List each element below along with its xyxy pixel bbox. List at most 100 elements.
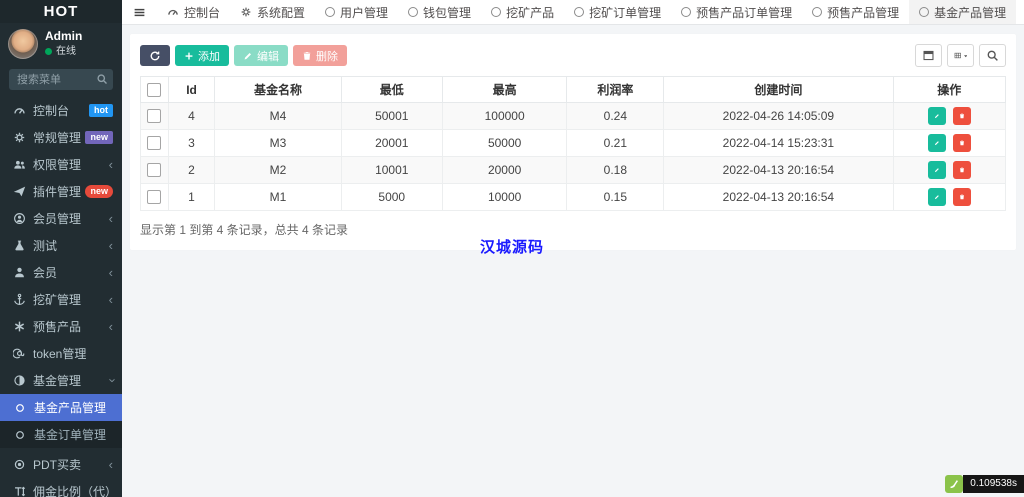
edit-button[interactable]: 编辑 [234, 45, 288, 66]
tab-mining-products[interactable]: 挖矿产品 [481, 0, 564, 24]
select-all-checkbox[interactable] [147, 83, 161, 97]
sidebar-item-presale[interactable]: 预售产品 ‹ [0, 313, 122, 340]
data-panel: 添加 编辑 删除 [130, 34, 1016, 250]
content-area: 添加 编辑 删除 [122, 25, 1024, 497]
user-avatar[interactable] [8, 29, 38, 59]
sidebar-item-fund-products[interactable]: 基金产品管理 [0, 394, 122, 421]
sidebar-item-test[interactable]: 测试 ‹ [0, 232, 122, 259]
cogs-icon [12, 131, 26, 144]
sidebar-item-label: 权限管理 [33, 156, 109, 173]
columns-button[interactable] [947, 44, 974, 67]
circle-o-icon [408, 7, 418, 17]
add-button[interactable]: 添加 [175, 45, 229, 66]
sidebar-item-permissions[interactable]: 权限管理 ‹ [0, 151, 122, 178]
chevron-left-icon: ‹ [109, 293, 113, 306]
watermark-link[interactable]: 汉城源码 [480, 236, 544, 257]
row-edit-button[interactable] [928, 107, 946, 125]
column-header-id[interactable]: Id [168, 77, 215, 103]
tab-user-mgmt[interactable]: 用户管理 [315, 0, 398, 24]
row-delete-button[interactable] [953, 188, 971, 206]
tab-wallet-mgmt[interactable]: 钱包管理 [398, 0, 481, 24]
cell-created: 2022-04-14 15:23:31 [664, 130, 893, 157]
sidebar-item-fund-orders[interactable]: 基金订单管理 [0, 421, 122, 448]
user-status: 在线 [45, 45, 82, 58]
circle-o-icon [919, 7, 929, 17]
row-checkbox[interactable] [147, 136, 161, 150]
delete-button[interactable]: 删除 [293, 45, 347, 66]
row-delete-button[interactable] [953, 107, 971, 125]
select-all-cell [141, 77, 169, 103]
row-delete-button[interactable] [953, 134, 971, 152]
navbar-right: 主页 清除缓存 Admin [1016, 0, 1024, 24]
chevron-left-icon: ‹ [109, 239, 113, 252]
sidebar-item-dashboard[interactable]: 控制台 hot [0, 97, 122, 124]
chevron-down-icon: ‹ [104, 378, 117, 382]
tab-presale-products[interactable]: 预售产品管理 [802, 0, 909, 24]
sidebar-item-label: PDT买卖 [33, 456, 109, 473]
chevron-left-icon: ‹ [109, 212, 113, 225]
search-icon[interactable] [96, 73, 108, 85]
row-checkbox[interactable] [147, 109, 161, 123]
table-row[interactable]: 1 M1 5000 10000 0.15 2022-04-13 20:16:54 [141, 184, 1006, 211]
refresh-button[interactable] [140, 45, 170, 66]
admin-page: HOT Admin 在线 控制台 hot [0, 0, 1024, 497]
search-toggle-button[interactable] [979, 44, 1006, 67]
circle-o-icon [13, 402, 27, 414]
cell-max: 20000 [442, 157, 567, 184]
table-row[interactable]: 3 M3 20001 50000 0.21 2022-04-14 15:23:3… [141, 130, 1006, 157]
at-icon [12, 347, 26, 360]
tab-dashboard[interactable]: 控制台 [157, 0, 230, 24]
column-header-created[interactable]: 创建时间 [664, 77, 893, 103]
sidebar-item-label: 基金管理 [33, 372, 109, 389]
table-row[interactable]: 4 M4 50001 100000 0.24 2022-04-26 14:05:… [141, 103, 1006, 130]
sidebar-item-general[interactable]: 常规管理 new [0, 124, 122, 151]
toggle-view-button[interactable] [915, 44, 942, 67]
sidebar-item-label: 控制台 [33, 102, 89, 119]
sidebar-item-label: 基金产品管理 [34, 399, 113, 416]
column-header-max[interactable]: 最高 [442, 77, 567, 103]
row-delete-button[interactable] [953, 161, 971, 179]
tab-fund-products[interactable]: 基金产品管理 [909, 0, 1016, 24]
sidebar-toggle-button[interactable] [122, 0, 157, 24]
sidebar-item-token[interactable]: token管理 [0, 340, 122, 367]
row-checkbox[interactable] [147, 163, 161, 177]
cell-max: 100000 [442, 103, 567, 130]
tab-system-config[interactable]: 系统配置 [230, 0, 315, 24]
cell-name: M4 [215, 103, 341, 130]
app-logo[interactable]: HOT [0, 0, 122, 23]
tab-mining-orders[interactable]: 挖矿订单管理 [564, 0, 671, 24]
column-header-rate[interactable]: 利润率 [567, 77, 664, 103]
sidebar-item-pdt-trade[interactable]: PDT买卖 ‹ [0, 451, 122, 478]
cell-max: 10000 [442, 184, 567, 211]
user-name: Admin [45, 30, 82, 43]
row-edit-button[interactable] [928, 134, 946, 152]
cell-actions [893, 184, 1005, 211]
row-edit-button[interactable] [928, 161, 946, 179]
table-header-row: Id 基金名称 最低 最高 利润率 创建时间 操作 [141, 77, 1006, 103]
debug-toolbar[interactable]: 0.109538s [945, 475, 1024, 493]
sidebar-item-fund[interactable]: 基金管理 ‹ [0, 367, 122, 394]
row-checkbox[interactable] [147, 190, 161, 204]
fund-products-table: Id 基金名称 最低 最高 利润率 创建时间 操作 4 [140, 76, 1006, 211]
tab-label: 挖矿订单管理 [589, 4, 661, 21]
sidebar-item-label: 常规管理 [33, 129, 85, 146]
sidebar-item-commission[interactable]: 佣金比例（代） [0, 478, 122, 497]
sidebar-item-plugins[interactable]: 插件管理 new [0, 178, 122, 205]
sidebar-item-mining[interactable]: 挖矿管理 ‹ [0, 286, 122, 313]
tab-label: 预售产品管理 [827, 4, 899, 21]
tab-presale-orders[interactable]: 预售产品订单管理 [671, 0, 802, 24]
row-edit-button[interactable] [928, 188, 946, 206]
cell-name: M3 [215, 130, 341, 157]
tab-list-dropdown[interactable] [1016, 0, 1024, 24]
trash-icon [959, 138, 965, 148]
column-header-name[interactable]: 基金名称 [215, 77, 341, 103]
tab-label: 预售产品订单管理 [696, 4, 792, 21]
cell-rate: 0.15 [567, 184, 664, 211]
table-row[interactable]: 2 M2 10001 20000 0.18 2022-04-13 20:16:5… [141, 157, 1006, 184]
main-area: 控制台 系统配置 用户管理 钱包管理 挖矿产品 挖矿订单管理 [122, 0, 1024, 497]
sidebar-item-members-mgmt[interactable]: 会员管理 ‹ [0, 205, 122, 232]
sidebar: HOT Admin 在线 控制台 hot [0, 0, 122, 497]
column-header-min[interactable]: 最低 [341, 77, 442, 103]
sidebar-item-members[interactable]: 会员 ‹ [0, 259, 122, 286]
flask-icon [12, 239, 26, 252]
